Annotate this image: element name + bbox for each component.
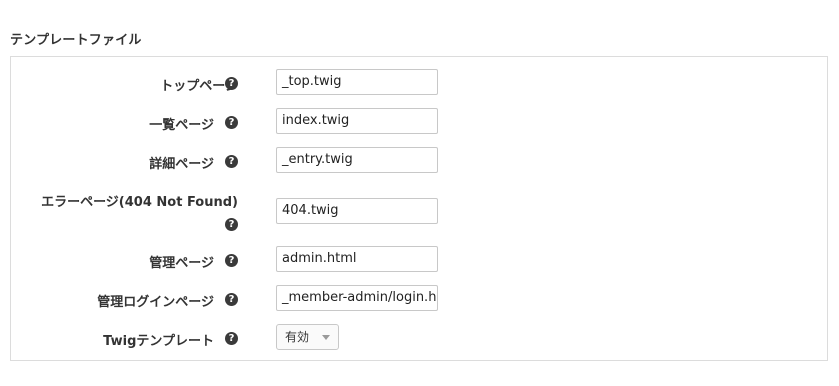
help-icon[interactable]: ?: [225, 293, 238, 306]
field-row-admin-page: 管理ページ ? admin.html: [11, 246, 827, 274]
help-icon[interactable]: ?: [225, 155, 238, 168]
error-page-input[interactable]: 404.twig: [276, 198, 438, 224]
section-title: テンプレートファイル: [10, 33, 142, 48]
field-label-twig-template: Twigテンプレート: [103, 334, 214, 349]
field-row-detail-page: 詳細ページ ? _entry.twig: [11, 147, 827, 175]
field-label-detail-page: 詳細ページ: [149, 157, 214, 172]
detail-page-input[interactable]: _entry.twig: [276, 147, 438, 173]
field-row-twig-template: Twigテンプレート ? 有効: [11, 324, 827, 352]
field-label-error-page: エラーページ(404 Not Found): [41, 195, 238, 210]
admin-login-page-input[interactable]: _member-admin/login.h: [276, 285, 438, 311]
field-row-list-page: 一覧ページ ? index.twig: [11, 108, 827, 136]
field-label-admin-login-page: 管理ログインページ: [97, 295, 214, 310]
field-row-error-page: エラーページ(404 Not Found) ? 404.twig: [11, 185, 827, 235]
field-label-admin-page: 管理ページ: [149, 256, 214, 271]
field-label-group: 管理ページ: [11, 252, 214, 271]
help-icon[interactable]: ?: [225, 332, 238, 345]
help-icon[interactable]: ?: [225, 254, 238, 267]
template-settings-panel: トップページ ? _top.twig 一覧ページ ? index.twig 詳細…: [10, 56, 828, 361]
twig-template-selected-value: 有効: [285, 330, 310, 344]
admin-page-input[interactable]: admin.html: [276, 246, 438, 272]
field-label-group: エラーページ(404 Not Found): [11, 191, 238, 210]
chevron-down-icon: [322, 334, 330, 340]
field-row-top-page: トップページ ? _top.twig: [11, 69, 827, 97]
field-label-list-page: 一覧ページ: [149, 118, 214, 133]
field-label-group: トップページ: [11, 75, 238, 94]
field-label-group: Twigテンプレート: [11, 330, 214, 349]
help-icon[interactable]: ?: [225, 77, 238, 90]
list-page-input[interactable]: index.twig: [276, 108, 438, 134]
twig-template-select[interactable]: 有効: [276, 324, 339, 350]
field-label-group: 一覧ページ: [11, 114, 214, 133]
help-icon[interactable]: ?: [225, 116, 238, 129]
help-icon[interactable]: ?: [225, 218, 238, 231]
field-row-admin-login-page: 管理ログインページ ? _member-admin/login.h: [11, 285, 827, 313]
field-label-group: 管理ログインページ: [11, 291, 214, 310]
top-page-input[interactable]: _top.twig: [276, 69, 438, 95]
field-label-group: 詳細ページ: [11, 153, 214, 172]
